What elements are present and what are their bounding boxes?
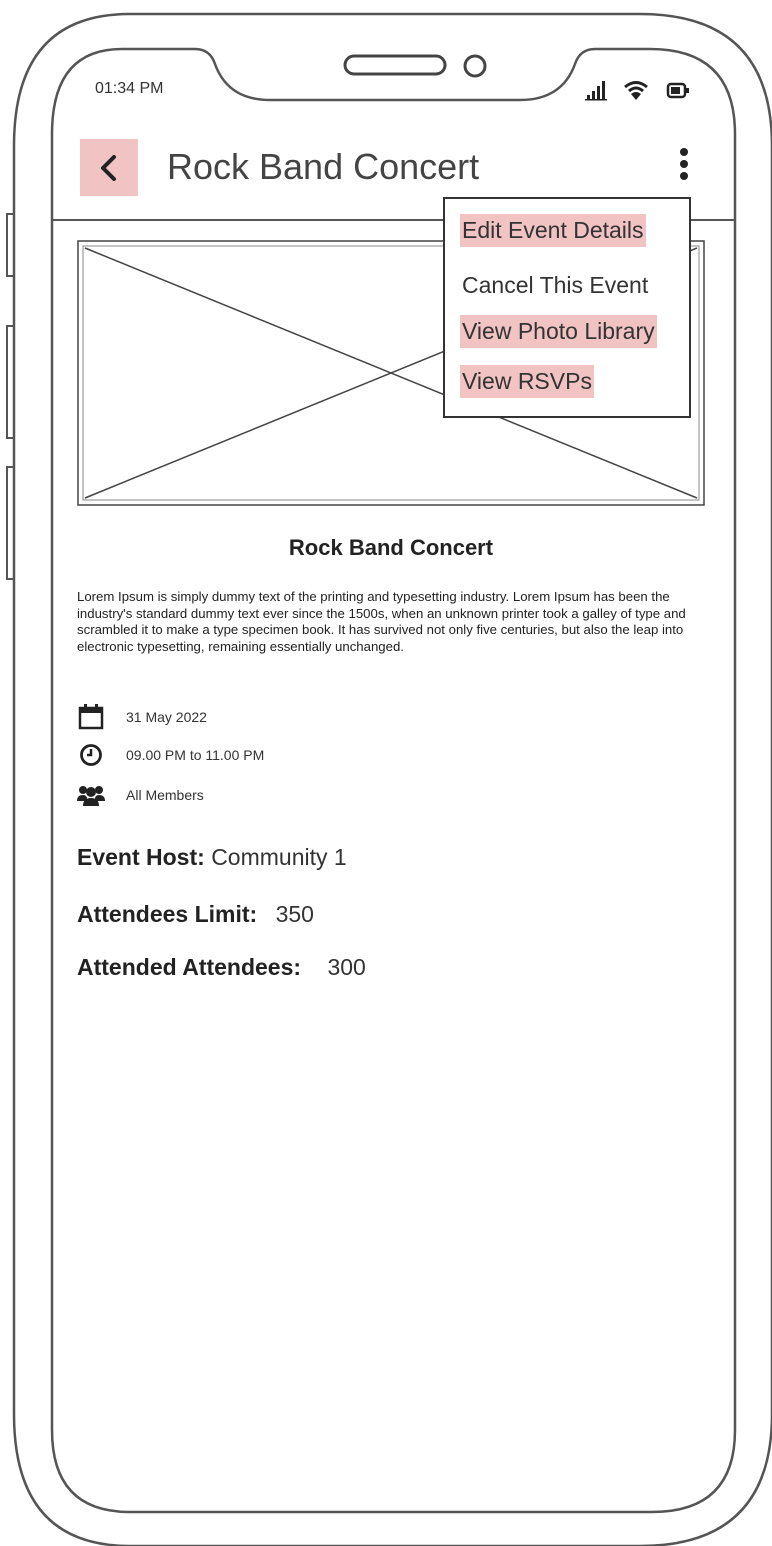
chevron-left-icon <box>101 154 116 181</box>
clock-icon <box>77 741 105 769</box>
menu-item-cancel-event[interactable]: Cancel This Event <box>460 269 650 302</box>
wifi-icon <box>624 81 648 100</box>
event-time: 09.00 PM to 11.00 PM <box>126 747 265 763</box>
menu-item-edit-event[interactable]: Edit Event Details <box>460 214 646 247</box>
event-description: Lorem Ipsum is simply dummy text of the … <box>77 589 686 654</box>
event-title: Rock Band Concert <box>288 535 494 560</box>
event-audience-row: All Members <box>77 781 204 809</box>
attended-attendees-label: Attended Attendees: <box>77 954 302 980</box>
status-icons <box>585 81 689 101</box>
attended-attendees-row: Attended Attendees: 300 <box>77 954 366 981</box>
status-time: 01:34 PM <box>95 80 164 97</box>
attendees-limit-row: Attendees Limit: 350 <box>77 901 314 928</box>
event-time-row: 09.00 PM to 11.00 PM <box>77 741 264 769</box>
attendees-limit-label: Attendees Limit: <box>77 901 258 927</box>
attendees-limit-value: 350 <box>275 901 314 927</box>
event-host-value: Community 1 <box>211 844 347 870</box>
event-host-label: Event Host: <box>77 844 205 870</box>
menu-item-view-rsvps[interactable]: View RSVPs <box>460 365 594 398</box>
users-icon <box>77 781 105 809</box>
event-audience: All Members <box>126 787 204 803</box>
event-date: 31 May 2022 <box>126 709 207 725</box>
options-menu: Edit Event Details Cancel This Event Vie… <box>443 197 691 418</box>
kebab-menu-icon[interactable] <box>672 148 696 188</box>
back-button[interactable] <box>80 139 138 196</box>
calendar-icon <box>77 703 105 731</box>
event-date-row: 31 May 2022 <box>77 703 207 731</box>
menu-item-view-photo-library[interactable]: View Photo Library <box>460 315 657 348</box>
event-host-row: Event Host: Community 1 <box>77 844 347 871</box>
page-title: Rock Band Concert <box>167 146 480 187</box>
battery-icon <box>666 82 689 99</box>
signal-icon <box>585 81 607 101</box>
attended-attendees-value: 300 <box>327 954 366 980</box>
